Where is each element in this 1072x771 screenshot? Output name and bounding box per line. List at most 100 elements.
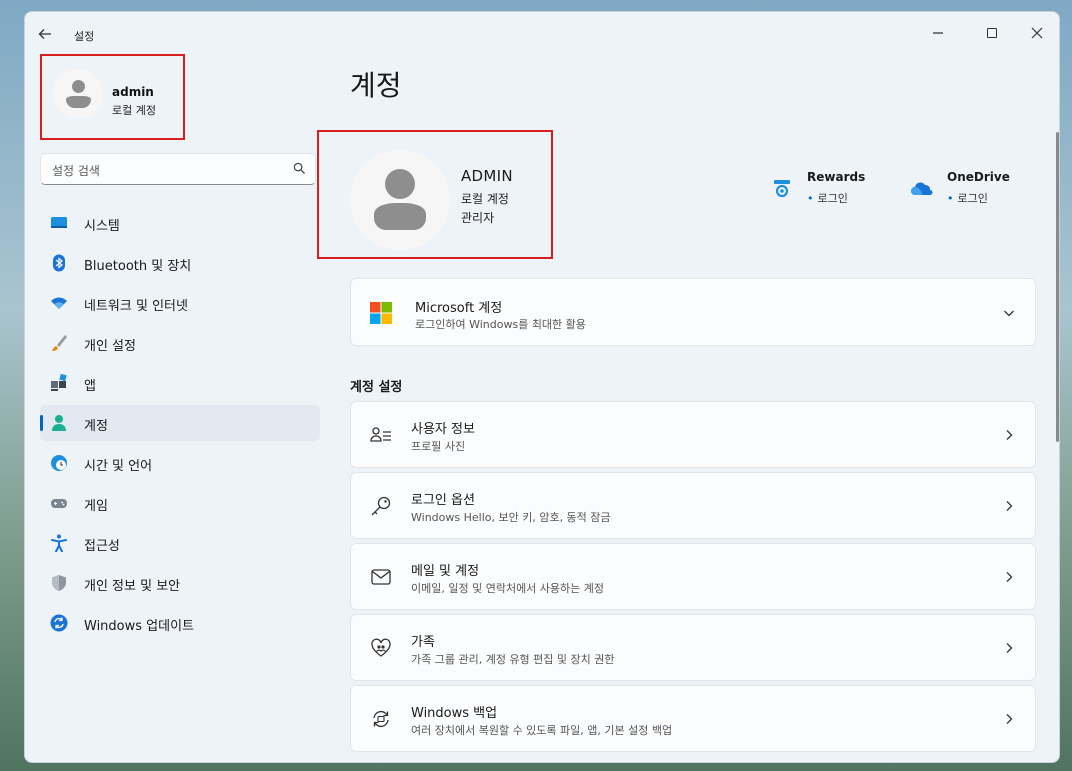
profile-account-type: 로컬 계정: [461, 192, 509, 206]
backup-icon: [373, 710, 389, 728]
family-setting[interactable]: 가족 가족 그룹 관리, 계정 유형 편집 및 장치 권한: [350, 614, 1036, 681]
search-input[interactable]: 설정 검색: [40, 153, 316, 185]
card-title: Microsoft 계정: [415, 301, 503, 316]
avatar-body: [374, 203, 426, 230]
profile-role: 관리자: [461, 211, 495, 225]
back-button[interactable]: [37, 26, 57, 44]
sidebar-item-label: 접근성: [84, 539, 120, 554]
service-name: OneDrive: [947, 170, 1010, 184]
sidebar-item-personalization[interactable]: 개인 설정: [40, 325, 320, 361]
avatar: [53, 69, 103, 119]
wifi-icon: [51, 297, 67, 309]
avatar-head: [385, 169, 415, 199]
service-status-label: 로그인: [957, 192, 988, 205]
profile-name: ADMIN: [461, 167, 513, 185]
user-info-setting[interactable]: 사용자 정보 프로필 사진: [350, 401, 1036, 468]
sidebar-item-label: 개인 설정: [84, 339, 136, 354]
page-title: 계정: [350, 69, 402, 102]
sidebar-item-label: Windows 업데이트: [84, 619, 195, 634]
brush-icon: [52, 335, 67, 351]
mail-icon: [371, 569, 391, 585]
card-title: 가족: [411, 635, 435, 650]
card-title: 로그인 옵션: [411, 493, 475, 508]
search-placeholder: 설정 검색: [52, 164, 100, 178]
card-title: 사용자 정보: [411, 422, 475, 437]
chevron-right-icon: [1006, 501, 1013, 511]
title-bar: 설정: [25, 12, 1059, 56]
close-button[interactable]: [1014, 18, 1059, 48]
status-dot: •: [947, 192, 954, 205]
sidebar-item-label: 시간 및 언어: [84, 459, 153, 474]
close-icon: [1031, 27, 1043, 39]
sidebar-item-privacy-security[interactable]: 개인 정보 및 보안: [40, 565, 320, 601]
service-status-label: 로그인: [817, 192, 848, 205]
user-info-icon: [370, 427, 391, 442]
chevron-right-icon: [1006, 643, 1013, 653]
scrollbar[interactable]: [1056, 132, 1059, 442]
maximize-button[interactable]: [969, 18, 1015, 48]
service-name: Rewards: [807, 170, 866, 184]
chevron-right-icon: [1006, 714, 1013, 724]
user-name: admin: [112, 85, 154, 99]
sign-in-options-setting[interactable]: 로그인 옵션 Windows Hello, 보안 키, 암호, 동적 잠금: [350, 472, 1036, 539]
sidebar-item-network[interactable]: 네트워크 및 인터넷: [40, 285, 320, 321]
arrow-left-icon: [38, 29, 51, 39]
app-title: 설정: [74, 30, 95, 43]
sidebar-item-bluetooth[interactable]: Bluetooth 및 장치: [40, 245, 320, 281]
sidebar-item-label: 계정: [84, 419, 108, 434]
section-title: 계정 설정: [350, 380, 403, 395]
sidebar-item-label: 시스템: [84, 219, 120, 234]
microsoft-account-card[interactable]: Microsoft 계정 로그인하여 Windows를 최대한 활용: [350, 278, 1036, 346]
sidebar-nav: 시스템 Bluetooth 및 장치 네트워크 및 인터넷 개인 설정 앱 계정…: [40, 205, 320, 645]
minimize-button[interactable]: [915, 18, 961, 48]
maximize-icon: [987, 28, 997, 38]
sidebar-item-label: 게임: [84, 499, 108, 514]
onedrive-icon: [911, 182, 933, 195]
email-accounts-setting[interactable]: 메일 및 계정 이메일, 일정 및 연락처에서 사용하는 계정: [350, 543, 1036, 610]
sidebar-item-label: 개인 정보 및 보안: [84, 579, 181, 594]
sidebar-item-label: 네트워크 및 인터넷: [84, 299, 188, 314]
search-icon: [293, 162, 306, 175]
avatar-body: [66, 96, 91, 108]
sidebar-item-label: Bluetooth 및 장치: [84, 259, 192, 274]
card-subtitle: 여러 장치에서 복원할 수 있도록 파일, 앱, 기본 설정 백업: [411, 724, 673, 737]
sidebar-item-time-language[interactable]: 시간 및 언어: [40, 445, 320, 481]
service-status[interactable]: • 로그인: [807, 190, 848, 206]
card-subtitle: Windows Hello, 보안 키, 암호, 동적 잠금: [411, 511, 611, 524]
service-status[interactable]: • 로그인: [947, 190, 988, 206]
monitor-icon: [51, 217, 67, 228]
bluetooth-icon: [53, 254, 65, 272]
globe-clock-icon: [51, 455, 67, 471]
card-subtitle: 프로필 사진: [411, 440, 466, 453]
card-subtitle: 이메일, 일정 및 연락처에서 사용하는 계정: [411, 582, 605, 595]
gamepad-icon: [51, 499, 67, 508]
sidebar-item-system[interactable]: 시스템: [40, 205, 320, 241]
sidebar-item-accessibility[interactable]: 접근성: [40, 525, 320, 561]
card-subtitle: 로그인하여 Windows를 최대한 활용: [415, 318, 586, 331]
sidebar-item-apps[interactable]: 앱: [40, 365, 320, 401]
person-icon: [52, 415, 66, 431]
settings-window: 설정 admin 로컬 계정 설정 검색 시스템 Bluetooth 및 장치: [24, 11, 1060, 763]
sidebar-user-card[interactable]: admin 로컬 계정: [40, 54, 185, 140]
rewards-icon: [774, 180, 790, 198]
chevron-right-icon: [1006, 430, 1013, 440]
shield-icon: [52, 575, 66, 591]
sidebar-item-label: 앱: [84, 379, 96, 394]
key-icon: [371, 496, 391, 516]
chevron-right-icon: [1006, 572, 1013, 582]
status-dot: •: [807, 192, 814, 205]
sidebar-item-windows-update[interactable]: Windows 업데이트: [40, 605, 320, 641]
update-icon: [50, 614, 68, 632]
windows-backup-setting[interactable]: Windows 백업 여러 장치에서 복원할 수 있도록 파일, 앱, 기본 설…: [350, 685, 1036, 752]
sidebar-item-gaming[interactable]: 게임: [40, 485, 320, 521]
profile-card: ADMIN 로컬 계정 관리자: [317, 130, 553, 259]
chevron-down-icon: [1004, 310, 1014, 317]
card-title: 메일 및 계정: [411, 564, 480, 579]
accessibility-icon: [51, 534, 67, 552]
sidebar-item-accounts[interactable]: 계정: [40, 405, 320, 441]
card-subtitle: 가족 그룹 관리, 계정 유형 편집 및 장치 권한: [411, 653, 615, 666]
minimize-icon: [933, 32, 943, 34]
user-account-type: 로컬 계정: [112, 104, 156, 117]
avatar[interactable]: [350, 150, 450, 250]
card-title: Windows 백업: [411, 706, 498, 721]
